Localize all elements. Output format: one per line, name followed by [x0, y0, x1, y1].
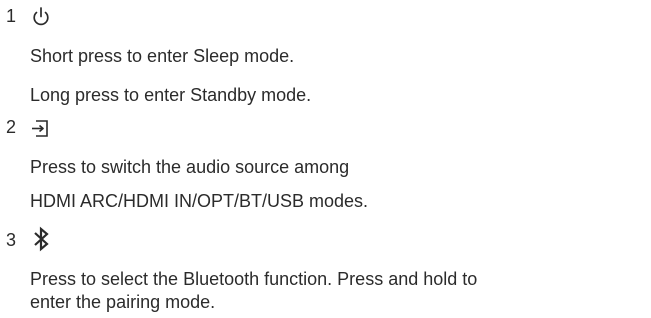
item-description-line: Long press to enter Standby mode.	[30, 85, 312, 105]
item-description-line: enter the pairing mode.	[30, 292, 216, 312]
bluetooth-icon	[34, 226, 49, 252]
input-source-icon	[32, 120, 48, 137]
item-description-line: Press to switch the audio source among	[30, 157, 350, 177]
item-number: 2	[6, 117, 17, 137]
item-number: 3	[6, 230, 17, 250]
power-icon	[33, 7, 49, 26]
item-number: 1	[6, 6, 17, 26]
item-description-line: Press to select the Bluetooth function. …	[30, 269, 478, 289]
item-description-line: HDMI ARC/HDMI IN/OPT/BT/USB modes.	[30, 191, 369, 211]
item-description-line: Short press to enter Sleep mode.	[30, 46, 295, 66]
